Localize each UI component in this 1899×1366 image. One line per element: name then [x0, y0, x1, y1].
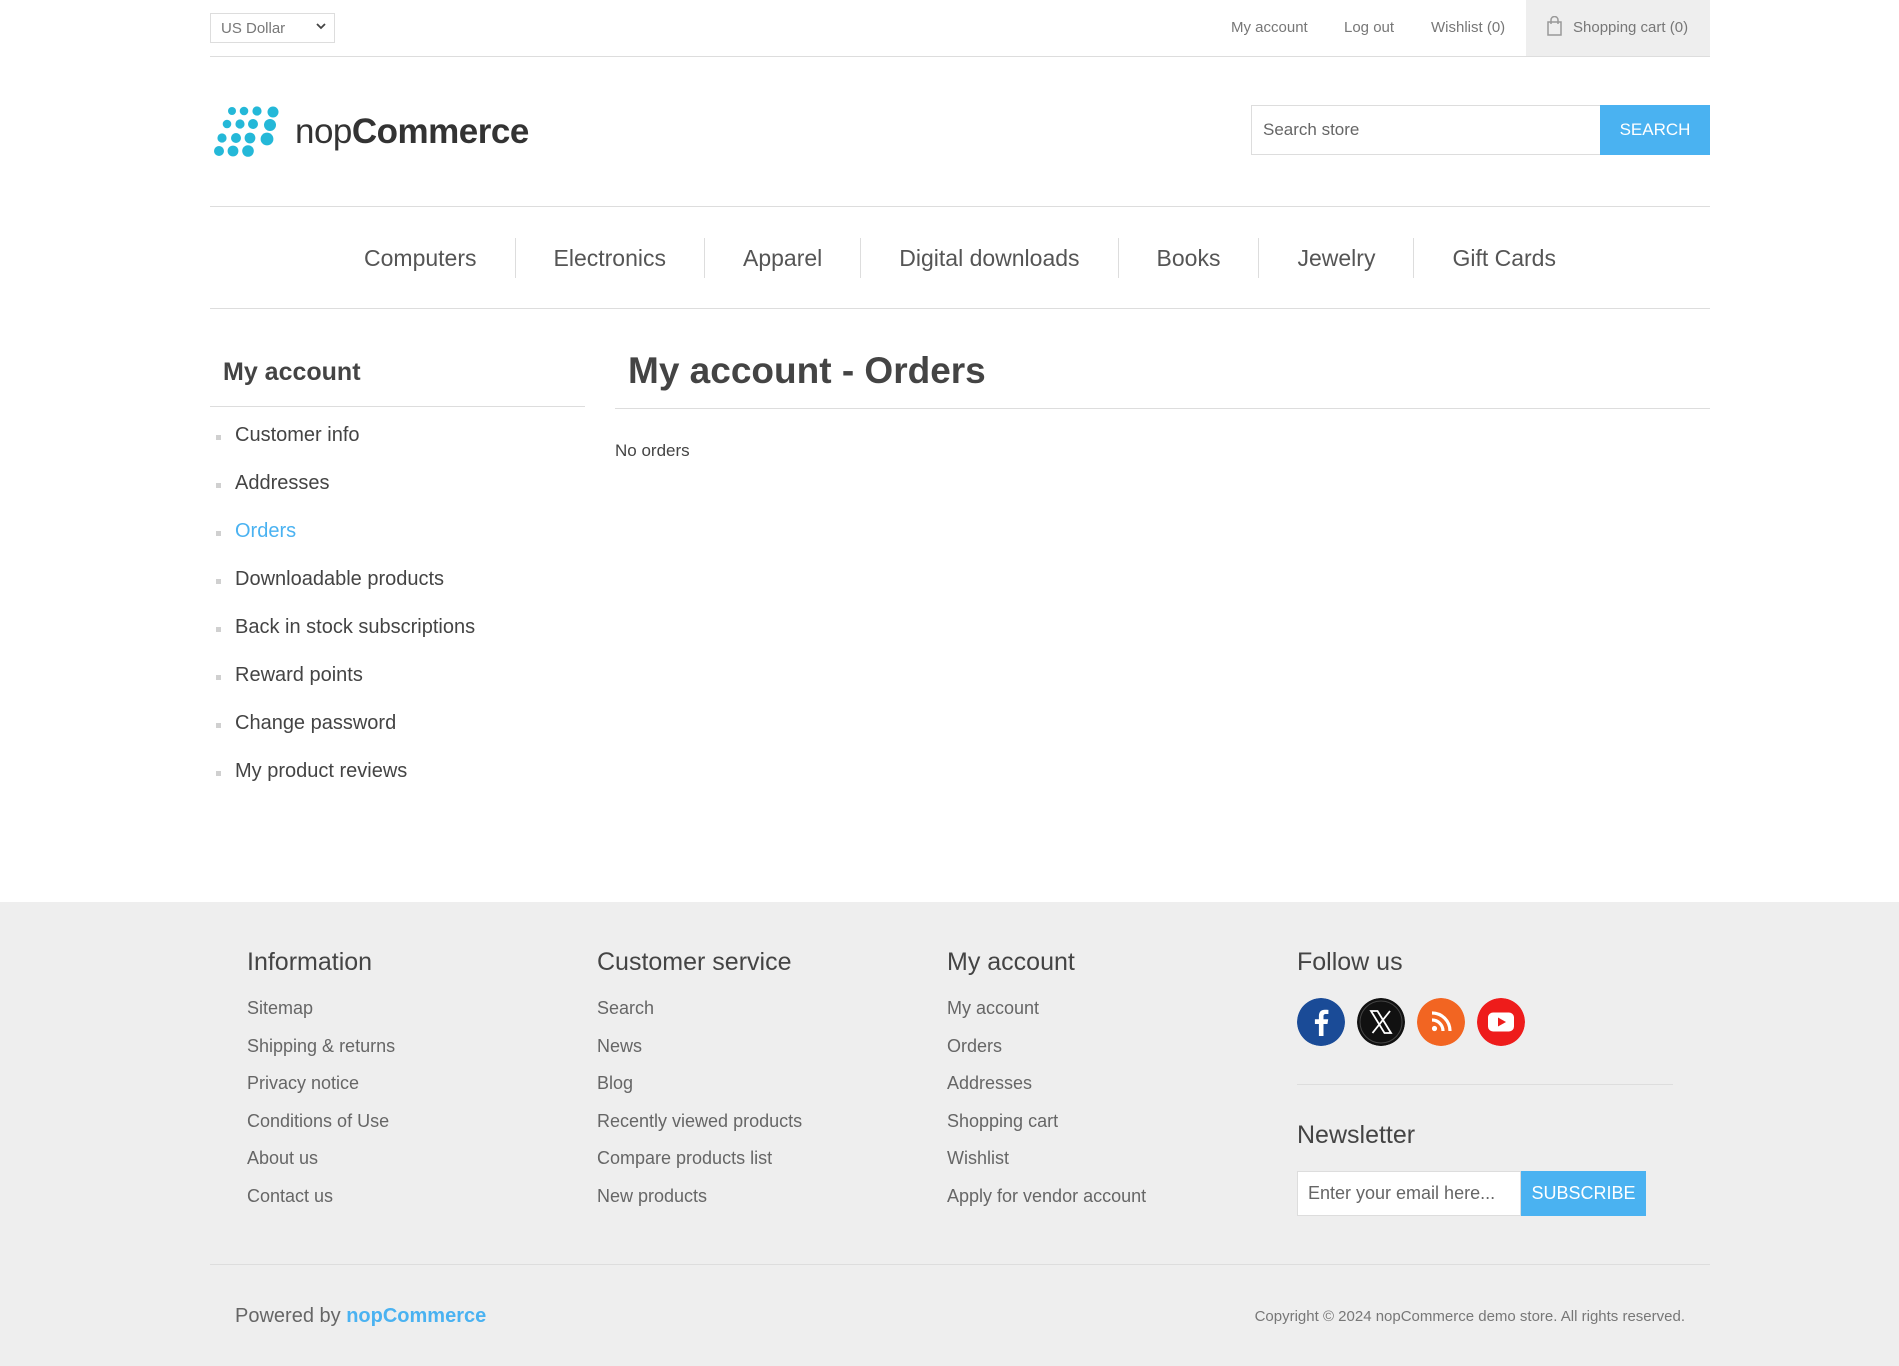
newsletter-form: Enter your email here... SUBSCRIBE [1297, 1171, 1697, 1216]
store-logo[interactable]: nopCommerce [213, 105, 533, 157]
sidebar-item-downloadable-products[interactable]: Downloadable products [210, 568, 585, 616]
search-input[interactable]: Search store [1251, 105, 1601, 155]
nav-item-computers[interactable]: Computers [326, 238, 514, 278]
header: nopCommerce Search store SEARCH [210, 57, 1710, 207]
sidebar-item-change-password[interactable]: Change password [210, 712, 585, 760]
footer-link-blog[interactable]: Blog [597, 1073, 917, 1111]
footer-link-shopping-cart[interactable]: Shopping cart [947, 1111, 1267, 1149]
footer: Information Sitemap Shipping & returns P… [0, 902, 1899, 1366]
footer-link-new-products[interactable]: New products [597, 1186, 917, 1224]
footer-link-apply-vendor[interactable]: Apply for vendor account [947, 1186, 1267, 1224]
nav-item-jewelry[interactable]: Jewelry [1258, 237, 1413, 278]
subscribe-button[interactable]: SUBSCRIBE [1521, 1171, 1646, 1216]
footer-link-orders[interactable]: Orders [947, 1036, 1267, 1074]
bullet-icon [216, 723, 221, 728]
nav-item-gift-cards[interactable]: Gift Cards [1413, 237, 1594, 278]
currency-value: US Dollar [221, 20, 286, 37]
bullet-icon [216, 771, 221, 776]
nav-item-electronics[interactable]: Electronics [514, 237, 704, 278]
sidebar-item-product-reviews[interactable]: My product reviews [210, 760, 585, 808]
sidebar-item-orders[interactable]: Orders [210, 520, 585, 568]
sidebar-item-addresses[interactable]: Addresses [210, 472, 585, 520]
footer-link-addresses[interactable]: Addresses [947, 1073, 1267, 1111]
nav-item-books[interactable]: Books [1117, 237, 1259, 278]
footer-newsletter-title: Newsletter [1297, 1121, 1416, 1149]
sidebar-item-back-in-stock[interactable]: Back in stock subscriptions [210, 616, 585, 664]
footer-divider [1297, 1084, 1673, 1085]
footer-link-shipping-returns[interactable]: Shipping & returns [247, 1036, 567, 1074]
logo-wordmark: nopCommerce [295, 112, 529, 151]
footer-link-privacy-notice[interactable]: Privacy notice [247, 1073, 567, 1111]
footer-link-my-account[interactable]: My account [947, 998, 1267, 1036]
newsletter-placeholder: Enter your email here... [1308, 1183, 1496, 1203]
currency-selector[interactable]: US Dollar [210, 13, 335, 43]
footer-my-account-column: My account My account Orders Addresses S… [947, 948, 1267, 1224]
footer-link-compare-products[interactable]: Compare products list [597, 1148, 917, 1186]
no-orders-message: No orders [615, 441, 690, 460]
social-links [1297, 998, 1697, 1046]
bullet-icon [216, 435, 221, 440]
search-placeholder: Search store [1263, 120, 1360, 139]
header-my-account-link[interactable]: My account [1231, 19, 1308, 36]
page-title: My account - Orders [615, 350, 1710, 409]
sidebar-navigation: Customer info Addresses Orders Downloada… [210, 424, 585, 808]
footer-information-column: Information Sitemap Shipping & returns P… [247, 948, 567, 1224]
bullet-icon [216, 483, 221, 488]
footer-link-contact-us[interactable]: Contact us [247, 1186, 567, 1224]
footer-link-conditions-of-use[interactable]: Conditions of Use [247, 1111, 567, 1149]
footer-customer-service-title: Customer service [597, 948, 792, 976]
footer-link-about-us[interactable]: About us [247, 1148, 567, 1186]
footer-link-recently-viewed[interactable]: Recently viewed products [597, 1111, 917, 1149]
header-log-out-link[interactable]: Log out [1344, 19, 1394, 36]
nav-item-digital-downloads[interactable]: Digital downloads [860, 237, 1117, 278]
powered-by-brand-link[interactable]: nopCommerce [346, 1305, 486, 1327]
nav-item-apparel[interactable]: Apparel [703, 237, 860, 278]
shopping-cart-label: Shopping cart (0) [1573, 19, 1689, 36]
logo-dots-icon [214, 106, 279, 157]
footer-my-account-title: My account [947, 948, 1075, 976]
newsletter-email-input[interactable]: Enter your email here... [1297, 1171, 1521, 1216]
footer-link-sitemap[interactable]: Sitemap [247, 998, 567, 1036]
footer-link-news[interactable]: News [597, 1036, 917, 1074]
footer-follow-us-title: Follow us [1297, 948, 1403, 976]
sidebar-item-customer-info[interactable]: Customer info [210, 424, 585, 472]
bullet-icon [216, 675, 221, 680]
rss-icon[interactable] [1417, 998, 1465, 1046]
sidebar-title: My account [210, 358, 585, 407]
sidebar-item-reward-points[interactable]: Reward points [210, 664, 585, 712]
x-twitter-icon[interactable] [1357, 998, 1405, 1046]
shopping-cart-link[interactable]: Shopping cart (0) [1526, 0, 1710, 56]
bullet-icon [216, 579, 221, 584]
top-menu: Computers Electronics Apparel Digital do… [210, 207, 1710, 309]
powered-by: Powered by nopCommerce [235, 1305, 487, 1327]
footer-link-wishlist[interactable]: Wishlist [947, 1148, 1267, 1186]
header-wishlist-link[interactable]: Wishlist (0) [1431, 19, 1505, 36]
footer-bottom: Powered by nopCommerce Copyright © 2024 … [210, 1264, 1710, 1366]
footer-information-title: Information [247, 948, 373, 976]
bullet-icon [216, 531, 221, 536]
search-button[interactable]: SEARCH [1600, 105, 1710, 155]
chevron-down-icon [316, 23, 326, 30]
shopping-bag-icon [1547, 16, 1562, 36]
footer-customer-service-column: Customer service Search News Blog Recent… [597, 948, 917, 1224]
bullet-icon [216, 627, 221, 632]
copyright: Copyright © 2024 nopCommerce demo store.… [1254, 1308, 1685, 1325]
footer-link-search[interactable]: Search [597, 998, 917, 1036]
header-links-bar: US Dollar My account Log out Wishlist (0… [210, 0, 1710, 57]
youtube-icon[interactable] [1477, 998, 1525, 1046]
footer-follow-us-column: Follow us Newsletter Enter your email he… [1297, 948, 1697, 1216]
facebook-icon[interactable] [1297, 998, 1345, 1046]
